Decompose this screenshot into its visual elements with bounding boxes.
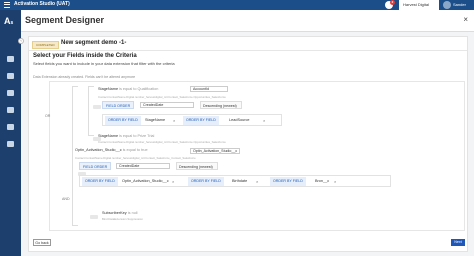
notification-count: 2 (390, 0, 395, 5)
menu-icon[interactable] (4, 2, 10, 8)
condition-value: true (141, 148, 148, 152)
remove-icon[interactable]: × (263, 116, 265, 125)
sort-select[interactable]: Descending (newest) (200, 101, 242, 109)
tag-icon[interactable] (7, 107, 14, 113)
sidebar-collapse-button[interactable]: ‹ (18, 38, 24, 44)
section-subheading: Select fields you want to include in you… (33, 61, 175, 66)
section-heading: Select your Fields inside the Criteria (33, 53, 137, 59)
order-by-row: ORDER BY FIELD Optin_Activation_Studio__… (79, 175, 391, 187)
avatar[interactable] (443, 1, 451, 9)
condition-label: StageName is equal to Qualification (98, 87, 158, 91)
page-title: Segment Designer (25, 15, 105, 25)
condition-value: Qualification (137, 87, 159, 91)
field-input[interactable]: Optin_Activation_Studio__c (190, 148, 240, 154)
condition-operator: is equal to (119, 87, 137, 91)
condition-operator: is (127, 211, 131, 215)
segment-card: COMPLETED New segment demo -1- Select yo… (28, 36, 468, 252)
sidebar: As (0, 10, 21, 256)
field-input[interactable]: AccountId (190, 86, 228, 92)
back-button[interactable]: Go back (33, 239, 51, 246)
settings-icon[interactable] (7, 124, 14, 130)
order-by-value: LeadSource (229, 118, 250, 122)
page-header: Segment Designer × (21, 10, 474, 32)
remove-icon[interactable]: × (172, 177, 174, 186)
next-button[interactable]: Next (451, 239, 465, 246)
close-icon[interactable]: × (463, 15, 468, 24)
order-by-value: Birthdate (232, 179, 248, 183)
condition-label: Optin_Activation_Studio__c is equal to t… (75, 148, 148, 152)
help-icon[interactable] (7, 141, 14, 147)
condition-meta: Contact.ContactName.Digital.number_harve… (98, 95, 226, 99)
sort-select[interactable]: Descending (newest) (176, 162, 218, 170)
condition-field: Optin_Activation_Studio__c (75, 148, 122, 152)
download-icon[interactable] (7, 90, 14, 96)
order-by-chip[interactable]: ORDER BY FIELD (270, 177, 306, 186)
segment-icon[interactable] (7, 73, 14, 79)
or-bracket (88, 86, 94, 136)
order-by-value: Bron__c (315, 179, 330, 183)
order-by-chip[interactable]: ORDER BY FIELD (183, 116, 219, 125)
condition-meta: Bind.DataExtension.Suppression (102, 217, 143, 221)
condition-meta: Contact.ContactName.Digital.number_harve… (75, 156, 196, 160)
readonly-hint: Data Extension already created. Fields c… (33, 75, 136, 79)
drag-handle[interactable] (90, 215, 98, 219)
condition-operator: is equal to (119, 134, 137, 138)
field-order-button[interactable]: FIELD ORDER (102, 101, 135, 109)
criteria-panel: AND OR StageName is equal to Qualificati… (45, 81, 465, 231)
condition-operator: is equal to (122, 148, 141, 152)
status-badge: COMPLETED (32, 41, 59, 49)
segment-name: New segment demo -1- (61, 40, 127, 46)
order-by-row: ORDER BY FIELD StageName × ORDER BY FIEL… (102, 114, 282, 126)
order-by-value: StageName (145, 118, 166, 122)
and-operator: AND (62, 197, 70, 201)
field-order-input[interactable]: CreatedDate (116, 163, 170, 169)
remove-icon[interactable]: × (173, 116, 175, 125)
remove-icon[interactable]: × (256, 177, 258, 186)
app-logo: As (4, 16, 14, 26)
top-bar: Activation Studio (UAT) 2 Harvest Digita… (0, 0, 474, 10)
bell-icon[interactable]: 2 (385, 0, 395, 9)
or-operator: OR (45, 114, 51, 118)
app-title: Activation Studio (UAT) (14, 1, 70, 7)
condition-value: Prize Trial (137, 134, 155, 138)
condition-value: null (131, 211, 138, 215)
condition-meta: Contact.ContactName.Digital.number_harve… (98, 140, 226, 144)
remove-icon[interactable]: × (334, 177, 336, 186)
condition-label: SubscriberKey is null (102, 211, 138, 215)
condition-field: StageName (98, 134, 119, 138)
field-order-button[interactable]: FIELD ORDER (79, 162, 112, 170)
condition-label: StageName is equal to Prize Trial (98, 134, 154, 138)
home-icon[interactable] (7, 56, 14, 62)
user-name[interactable]: Sander (453, 2, 466, 7)
condition-field: SubscriberKey (102, 211, 127, 215)
order-by-chip[interactable]: ORDER BY FIELD (188, 177, 224, 186)
field-order-input[interactable]: CreatedDate (140, 102, 194, 108)
order-by-value: Optin_Activation_Studio__c (122, 179, 169, 183)
divider (29, 50, 467, 51)
drag-handle[interactable] (93, 105, 101, 109)
condition-field: StageName (98, 87, 119, 91)
order-by-chip[interactable]: ORDER BY FIELD (105, 116, 141, 125)
order-by-chip[interactable]: ORDER BY FIELD (82, 177, 118, 186)
org-selector[interactable]: Harvest Digital (399, 0, 439, 10)
